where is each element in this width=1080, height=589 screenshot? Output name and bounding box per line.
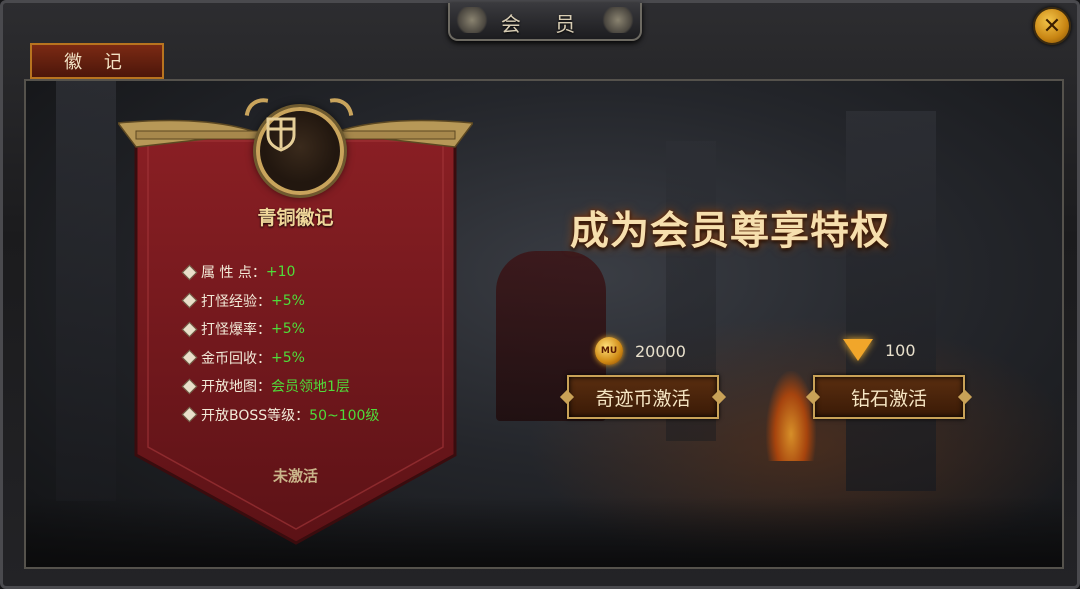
badge-banner: 青铜徽记 属 性 点： +10 打怪经验： +5% 打怪爆率： +5% 金币回收… xyxy=(118,89,473,545)
stat-label: 打怪爆率： xyxy=(201,322,271,339)
stat-gold-recycle: 金币回收： +5% xyxy=(181,344,379,373)
stat-label: 开放BOSS等级： xyxy=(201,407,310,424)
diamond-bullet-icon xyxy=(181,349,198,366)
stat-kill-exp: 打怪经验： +5% xyxy=(181,287,379,316)
stat-label: 金币回收： xyxy=(201,350,271,367)
window-title: 会 员 xyxy=(500,12,590,36)
stat-boss-level: 开放BOSS等级： 50~100级 xyxy=(181,401,380,430)
diamond-price: 100 xyxy=(843,339,916,361)
diamond-bullet-icon xyxy=(181,378,198,395)
shield-emblem-icon xyxy=(256,107,344,195)
diamond-icon xyxy=(843,339,873,361)
stat-value: +5% xyxy=(271,292,305,309)
stat-label: 打怪经验： xyxy=(201,293,271,310)
diamond-price-value: 100 xyxy=(885,340,916,360)
stat-open-map: 开放地图： 会员领地1层 xyxy=(181,372,379,401)
stat-attribute-points: 属 性 点： +10 xyxy=(181,258,379,287)
background-pillar xyxy=(846,111,936,491)
diamond-activate-button[interactable]: 钻石激活 xyxy=(805,375,973,419)
close-icon: ✕ xyxy=(1042,13,1062,39)
stat-value: 50~100级 xyxy=(309,407,380,424)
member-window: 会 员 ✕ 徽 记 青铜徽记 属 性 点： +10 打怪经验： +5% 打怪爆率… xyxy=(0,0,1080,589)
miracle-coin-icon: MU xyxy=(595,337,623,365)
diamond-bullet-icon xyxy=(181,264,198,281)
badge-title: 青铜徽记 xyxy=(257,207,334,229)
diamond-bullet-icon xyxy=(181,406,198,423)
stat-label: 属 性 点： xyxy=(201,265,266,282)
background-pillar xyxy=(56,81,116,501)
promo-headline: 成为会员尊享特权 xyxy=(570,208,891,254)
window-title-plate: 会 员 xyxy=(448,3,642,41)
stat-value: 会员领地1层 xyxy=(271,379,350,396)
tab-badge[interactable]: 徽 记 xyxy=(30,43,164,79)
diamond-bullet-icon xyxy=(181,321,198,338)
coin-activate-label: 奇迹币激活 xyxy=(595,387,691,410)
stat-value: +5% xyxy=(271,349,305,366)
coin-price-value: 20000 xyxy=(635,341,686,361)
coin-activate-button[interactable]: 奇迹币激活 xyxy=(559,375,727,419)
background-fire xyxy=(766,371,816,461)
stat-label: 开放地图： xyxy=(201,379,271,396)
diamond-bullet-icon xyxy=(181,292,198,309)
stat-drop-rate: 打怪爆率： +5% xyxy=(181,315,379,344)
close-button[interactable]: ✕ xyxy=(1033,7,1071,45)
stat-value: +5% xyxy=(271,321,305,338)
diamond-activate-label: 钻石激活 xyxy=(850,387,927,410)
badge-status: 未激活 xyxy=(272,467,318,485)
coin-price: MU 20000 xyxy=(595,337,686,365)
badge-stats-list: 属 性 点： +10 打怪经验： +5% 打怪爆率： +5% 金币回收： +5%… xyxy=(181,258,380,430)
stat-value: +10 xyxy=(265,264,296,281)
